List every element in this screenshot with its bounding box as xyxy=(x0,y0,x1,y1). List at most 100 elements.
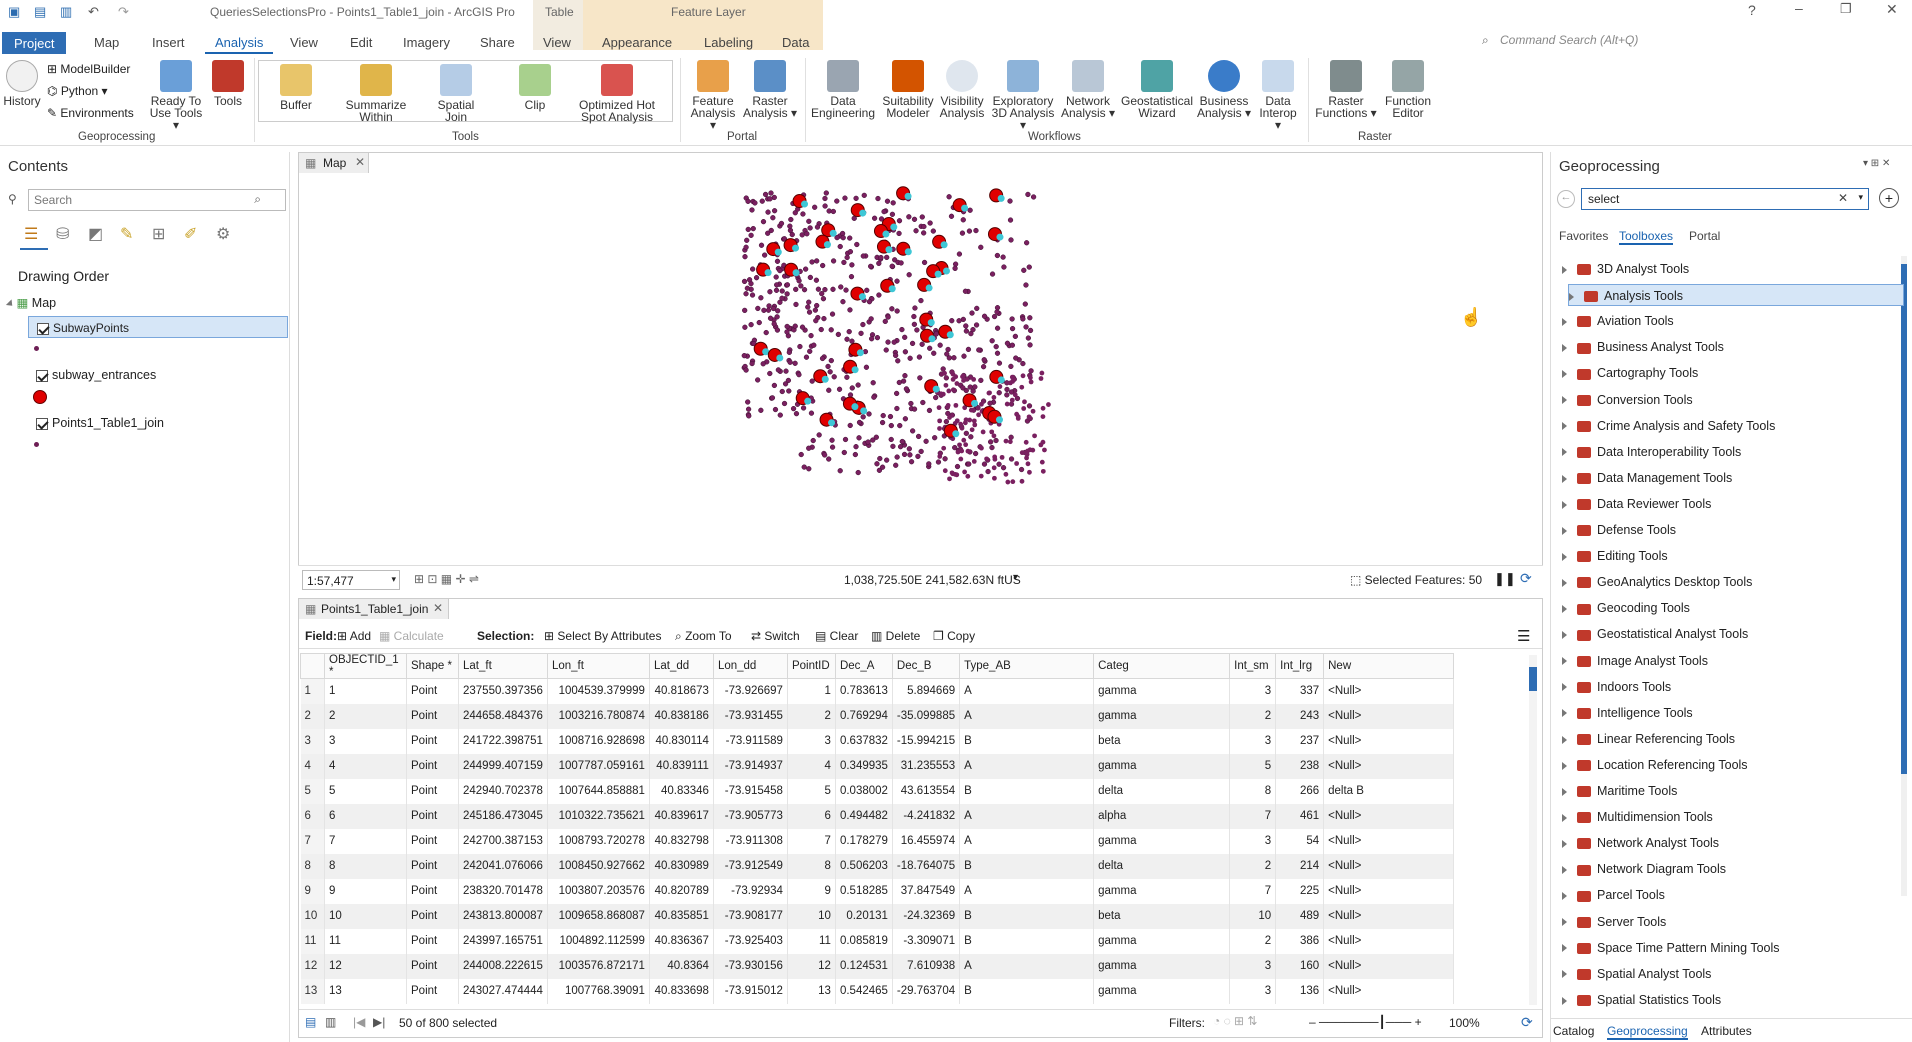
spatial-join-button[interactable]: Spatial Join xyxy=(432,64,480,123)
expand-icon[interactable] xyxy=(1562,709,1567,718)
table-cell[interactable]: <Null> xyxy=(1323,853,1455,879)
table-cell[interactable]: 10 xyxy=(787,903,836,929)
table-cell[interactable]: 242700.387153 xyxy=(458,828,548,854)
table-cell[interactable]: 3 xyxy=(324,728,407,754)
show-selected-icon[interactable]: ▥ xyxy=(325,1015,336,1029)
table-cell[interactable]: -73.912549 xyxy=(713,853,788,879)
layer-points1-table1-join[interactable]: Points1_Table1_join xyxy=(36,416,164,430)
calculate-button[interactable]: ▦ Calculate xyxy=(379,629,444,643)
table-cell[interactable]: 9 xyxy=(324,878,407,904)
table-cell[interactable]: 4 xyxy=(787,753,836,779)
pause-icon[interactable]: ❚❚ xyxy=(1494,571,1516,587)
table-cell[interactable]: 40.839617 xyxy=(649,803,714,829)
table-cell[interactable]: 12 xyxy=(787,953,836,979)
table-cell[interactable]: -15.994215 xyxy=(892,728,961,754)
tools-button[interactable]: Tools xyxy=(210,60,246,107)
toolbox-item[interactable]: Network Diagram Tools xyxy=(1562,858,1898,880)
add-field-button[interactable]: ⊞ Add xyxy=(337,629,371,643)
table-cell[interactable]: -73.915458 xyxy=(713,778,788,804)
add-icon[interactable]: + xyxy=(1879,188,1899,208)
toolbox-item[interactable]: Data Management Tools xyxy=(1562,467,1898,489)
table-cell[interactable]: delta xyxy=(1093,778,1231,804)
toolbox-item[interactable]: Data Reviewer Tools xyxy=(1562,493,1898,515)
open-icon[interactable]: ▤ xyxy=(34,4,46,20)
tab-view[interactable]: View xyxy=(280,33,328,52)
table-cell[interactable]: 0.506203 xyxy=(835,853,893,879)
suitability-modeler-button[interactable]: Suitability Modeler xyxy=(880,60,936,119)
table-cell[interactable]: <Null> xyxy=(1323,903,1455,929)
table-cell[interactable]: 489 xyxy=(1275,903,1325,929)
show-all-icon[interactable]: ▤ xyxy=(305,1015,316,1029)
table-cell[interactable]: 1004539.379999 xyxy=(547,678,650,704)
expand-icon[interactable] xyxy=(1562,370,1567,379)
table-cell[interactable]: A xyxy=(959,828,1095,854)
table-cell[interactable]: 237550.397356 xyxy=(458,678,548,704)
clear-button[interactable]: ▤ Clear xyxy=(815,629,858,643)
tab-imagery[interactable]: Imagery xyxy=(393,33,460,52)
table-cell[interactable]: <Null> xyxy=(1323,803,1455,829)
table-cell[interactable]: Point xyxy=(406,853,459,879)
raster-functions-button[interactable]: Raster Functions ▾ xyxy=(1314,60,1378,119)
table-cell[interactable]: gamma xyxy=(1093,828,1231,854)
table-cell[interactable]: 1010322.735621 xyxy=(547,803,650,829)
table-cell[interactable]: -73.926697 xyxy=(713,678,788,704)
table-cell[interactable]: 5 xyxy=(1229,753,1277,779)
column-header[interactable]: Dec_A xyxy=(834,653,893,679)
buffer-button[interactable]: Buffer xyxy=(276,64,316,111)
expand-icon[interactable] xyxy=(1562,657,1567,666)
table-cell[interactable]: 1 xyxy=(787,678,836,704)
table-cell[interactable]: -3.309071 xyxy=(892,928,961,954)
table-cell[interactable]: 1007768.39091 xyxy=(547,978,650,1004)
select-by-attributes-button[interactable]: ⊞ Select By Attributes xyxy=(544,629,661,643)
table-cell[interactable]: 4 xyxy=(324,753,407,779)
table-cell[interactable]: 337 xyxy=(1275,678,1325,704)
toolbox-item[interactable]: Linear Referencing Tools xyxy=(1562,728,1898,750)
table-cell[interactable]: 5 xyxy=(324,778,407,804)
table-cell[interactable]: Point xyxy=(406,928,459,954)
table-cell[interactable]: 1003576.872171 xyxy=(547,953,650,979)
table-cell[interactable]: 386 xyxy=(1275,928,1325,954)
table-cell[interactable]: A xyxy=(959,703,1095,729)
table-cell[interactable]: Point xyxy=(406,703,459,729)
expand-icon[interactable] xyxy=(1562,996,1567,1005)
tab-project[interactable]: Project xyxy=(2,32,67,55)
table-cell[interactable]: Point xyxy=(406,728,459,754)
ready-to-use-tools-button[interactable]: Ready To Use Tools ▾ xyxy=(146,60,206,131)
toolbox-item[interactable]: Geostatistical Analyst Tools xyxy=(1562,623,1898,645)
table-cell[interactable]: Point xyxy=(406,878,459,904)
table-cell[interactable]: -29.763704 xyxy=(892,978,961,1004)
table-row[interactable]: 5 5 Point 242940.702378 1007644.858881 40.833… xyxy=(300,778,1455,804)
back-icon[interactable]: ← xyxy=(1557,190,1575,208)
table-cell[interactable]: -73.908177 xyxy=(713,903,788,929)
row-number[interactable]: 3 xyxy=(300,728,325,754)
table-cell[interactable]: 12 xyxy=(324,953,407,979)
table-cell[interactable]: 241722.398751 xyxy=(458,728,548,754)
table-cell[interactable]: -35.099885 xyxy=(892,703,961,729)
data-source-icon[interactable]: ⛁ xyxy=(56,224,69,244)
table-cell[interactable]: -24.32369 xyxy=(892,903,961,929)
expand-icon[interactable] xyxy=(1562,631,1567,640)
table-cell[interactable]: B xyxy=(959,978,1095,1004)
new-project-icon[interactable]: ▣ xyxy=(8,4,20,20)
table-cell[interactable]: 0.178279 xyxy=(835,828,893,854)
toolbox-item[interactable]: Network Analyst Tools xyxy=(1562,832,1898,854)
scale-input[interactable]: 1:57,477 ▾ xyxy=(302,570,400,590)
python-button[interactable]: ⌬ Python ▾ xyxy=(47,84,108,98)
table-cell[interactable]: 238 xyxy=(1275,753,1325,779)
table-cell[interactable]: 37.847549 xyxy=(892,878,961,904)
redo-icon[interactable]: ↷ xyxy=(118,4,129,20)
map-node[interactable]: ▦ Map xyxy=(5,295,56,310)
table-cell[interactable]: gamma xyxy=(1093,928,1231,954)
table-cell[interactable]: beta xyxy=(1093,728,1231,754)
row-number[interactable]: 11 xyxy=(300,928,325,954)
table-cell[interactable]: <Null> xyxy=(1323,703,1455,729)
table-cell[interactable]: 5 xyxy=(787,778,836,804)
toolbox-item[interactable]: 3D Analyst Tools xyxy=(1562,258,1898,280)
tab-appearance[interactable]: Appearance xyxy=(592,33,682,52)
column-header[interactable]: Int_sm xyxy=(1229,653,1277,679)
table-cell[interactable]: 3 xyxy=(1229,728,1277,754)
table-cell[interactable]: delta B xyxy=(1323,778,1455,804)
row-number[interactable]: 5 xyxy=(300,778,325,804)
table-cell[interactable]: 0.20131 xyxy=(835,903,893,929)
tab-map-view[interactable]: ▦ Map ✕ xyxy=(299,153,369,173)
